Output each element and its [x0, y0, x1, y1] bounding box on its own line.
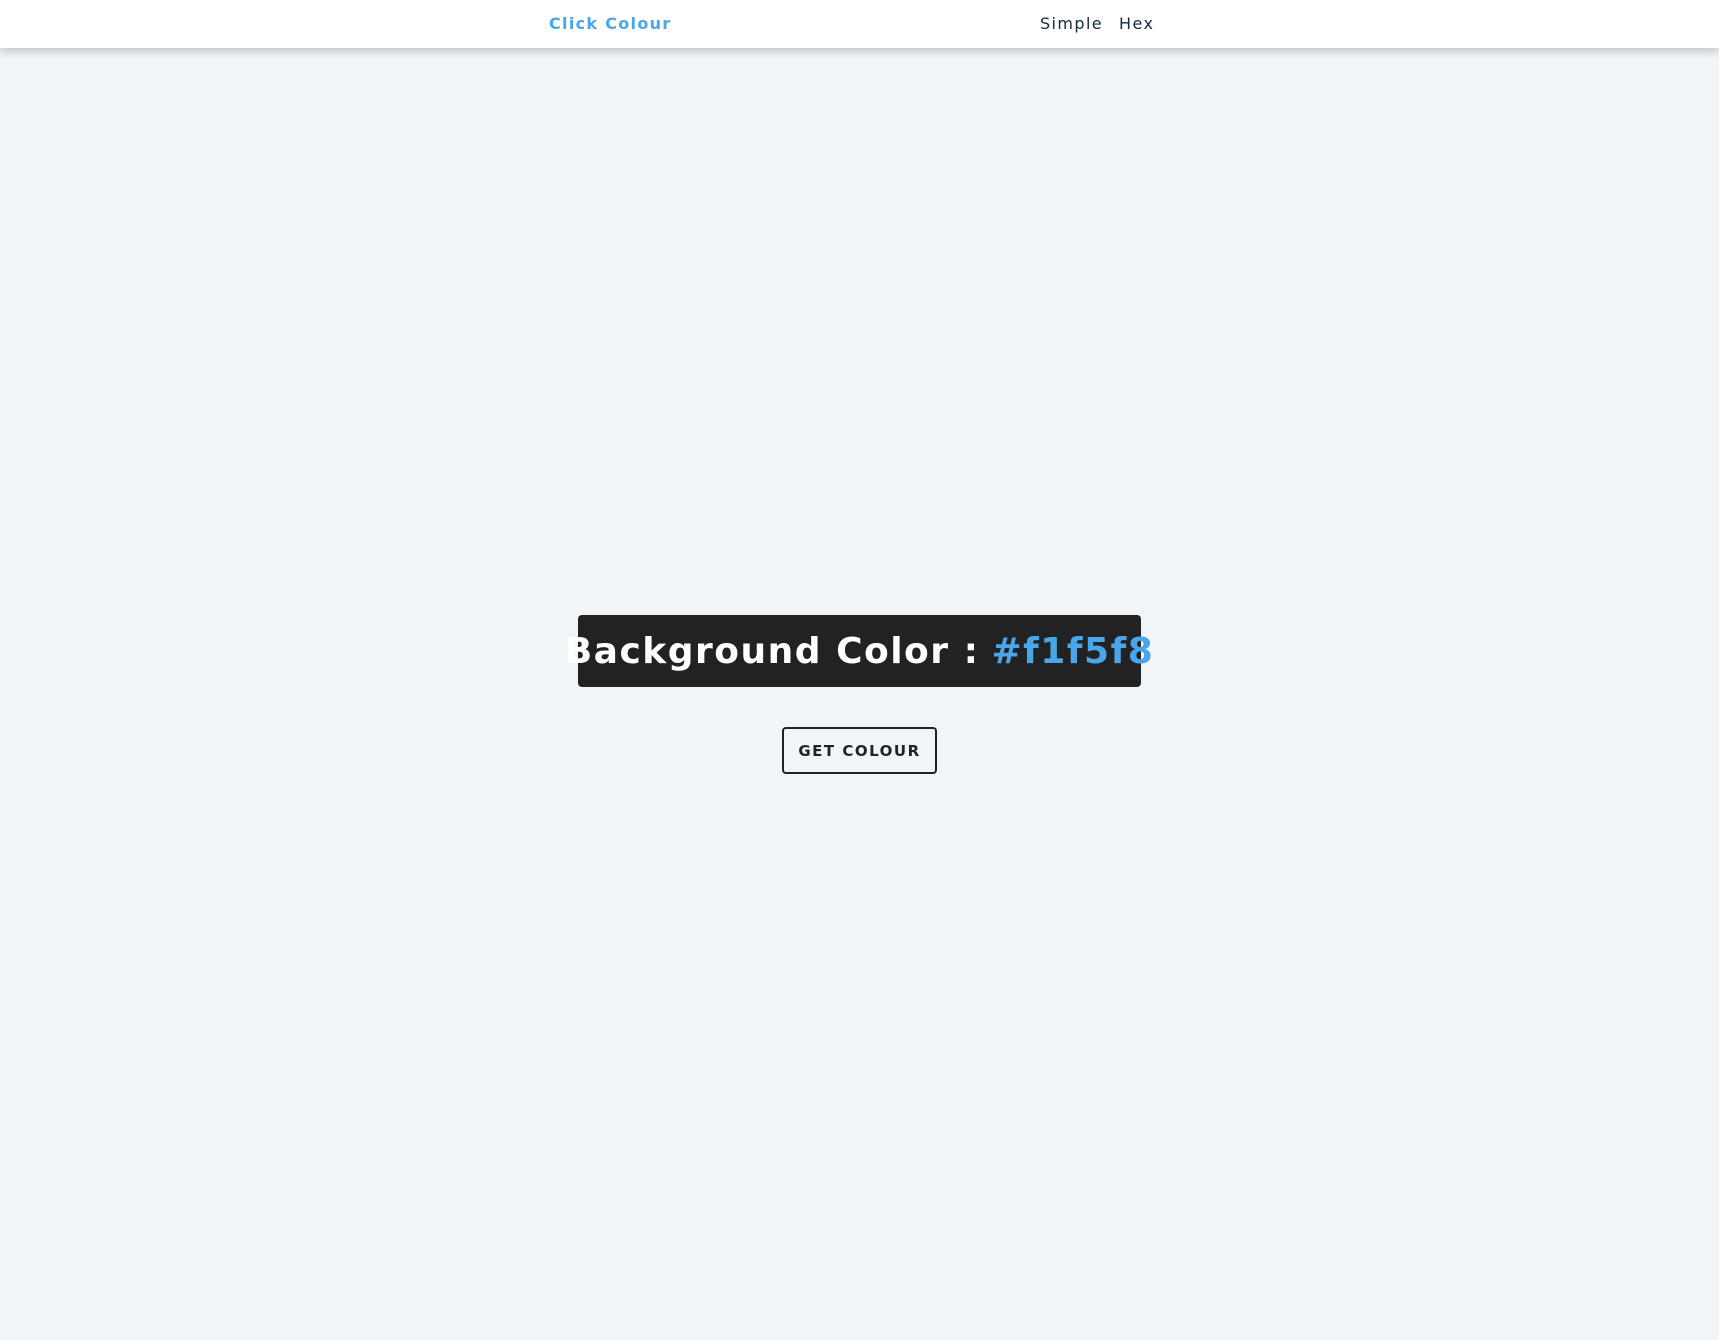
navbar: Click Colour Simple Hex [0, 0, 1719, 48]
nav-link-simple[interactable]: Simple [1040, 14, 1103, 34]
nav-links: Simple Hex [1040, 14, 1154, 34]
nav-link-hex[interactable]: Hex [1119, 14, 1154, 34]
banner-label: Background Color : [564, 630, 980, 672]
color-banner: Background Color : #f1f5f8 [565, 615, 1153, 687]
get-colour-button[interactable]: GET COLOUR [782, 727, 937, 774]
brand-logo-link[interactable]: Click Colour [549, 14, 672, 34]
main-content [0, 48, 1719, 1340]
color-value: #f1f5f8 [991, 630, 1155, 672]
